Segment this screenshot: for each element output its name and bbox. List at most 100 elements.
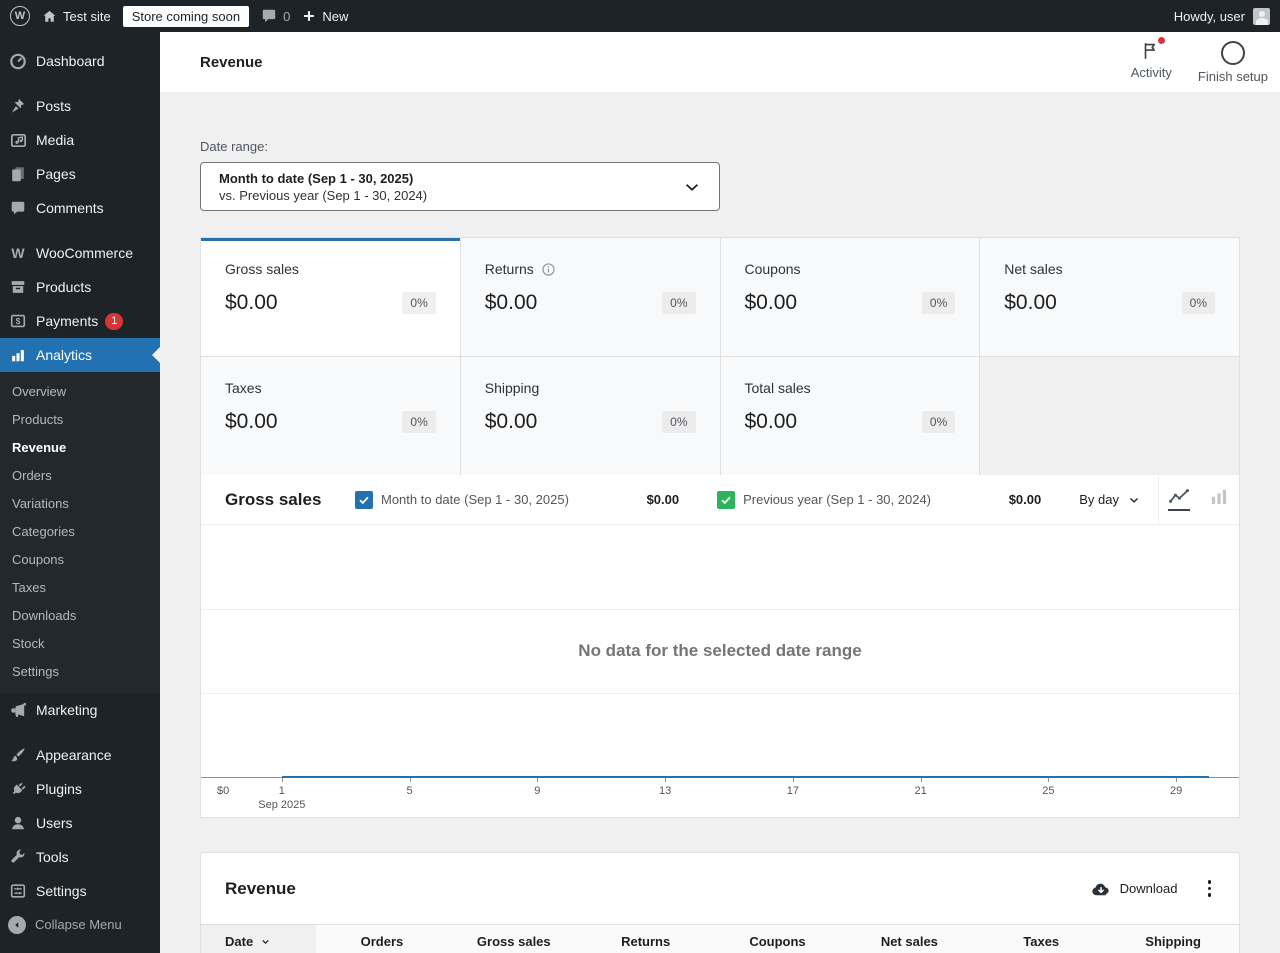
pushpin-icon	[8, 96, 28, 116]
sidebar-item-payments[interactable]: $ Payments 1	[0, 304, 160, 338]
tile-total-sales[interactable]: Total sales $0.00 0%	[720, 357, 980, 475]
sidebar-item-pages[interactable]: Pages	[0, 157, 160, 191]
sidebar-item-label: Media	[36, 132, 75, 148]
tile-coupons[interactable]: Coupons $0.00 0%	[720, 238, 980, 356]
summary-tiles: Gross sales $0.00 0% Returns $0.00 0% Co…	[201, 238, 1239, 475]
sidebar-item-tools[interactable]: Tools	[0, 840, 160, 874]
column-header-orders[interactable]: Orders	[316, 925, 448, 953]
tile-label: Taxes	[225, 380, 262, 396]
tile-taxes[interactable]: Taxes $0.00 0%	[201, 357, 460, 475]
dollar-box-icon: $	[8, 311, 28, 331]
column-label: Taxes	[1023, 934, 1060, 949]
user-avatar[interactable]	[1253, 7, 1270, 25]
sidebar-item-products[interactable]: Products	[0, 270, 160, 304]
sidebar-item-media[interactable]: Media	[0, 123, 160, 157]
sliders-icon	[8, 881, 28, 901]
sidebar-item-analytics[interactable]: Analytics	[0, 338, 160, 372]
site-name-link[interactable]: Test site	[42, 9, 111, 24]
column-header-coupons[interactable]: Coupons	[712, 925, 844, 953]
comments-count: 0	[283, 8, 291, 24]
sidebar-item-appearance[interactable]: Appearance	[0, 738, 160, 772]
chevron-down-icon	[1128, 494, 1140, 506]
sidebar-item-label: Marketing	[36, 702, 98, 718]
tile-shipping[interactable]: Shipping $0.00 0%	[460, 357, 720, 475]
column-label: Returns	[621, 934, 671, 949]
submenu-item-variations[interactable]: Variations	[0, 489, 160, 517]
sidebar-item-dashboard[interactable]: Dashboard	[0, 44, 160, 78]
sidebar-item-comments[interactable]: Comments	[0, 191, 160, 225]
primary-series-checkbox[interactable]	[355, 490, 373, 509]
sidebar-item-marketing[interactable]: Marketing	[0, 693, 160, 727]
sidebar-item-users[interactable]: Users	[0, 806, 160, 840]
tile-label: Gross sales	[225, 261, 299, 277]
x-tick-label: 13	[658, 785, 672, 797]
home-icon	[42, 9, 57, 24]
comments-shortcut[interactable]: 0	[261, 9, 290, 24]
column-label: Gross sales	[476, 934, 551, 949]
tile-delta-badge: 0%	[1181, 292, 1215, 314]
column-header-returns[interactable]: Returns	[580, 925, 712, 953]
x-tick-label: 9	[534, 785, 541, 797]
submenu-item-stock[interactable]: Stock	[0, 629, 160, 657]
revenue-table-panel: Revenue Download Date Orders Gross sales…	[200, 852, 1240, 953]
woocommerce-icon: W	[8, 243, 28, 263]
column-label: Coupons	[749, 934, 806, 949]
bar-chart-type-button[interactable]	[1199, 475, 1239, 525]
tile-value: $0.00	[744, 410, 798, 433]
pages-icon	[8, 164, 28, 184]
page-title: Revenue	[200, 53, 263, 71]
sidebar-item-label: Plugins	[36, 781, 82, 797]
submenu-item-coupons[interactable]: Coupons	[0, 545, 160, 573]
sidebar-item-plugins[interactable]: Plugins	[0, 772, 160, 806]
submenu-item-products[interactable]: Products	[0, 405, 160, 433]
tile-delta-badge: 0%	[921, 292, 956, 314]
column-header-date[interactable]: Date	[201, 925, 316, 953]
submenu-item-categories[interactable]: Categories	[0, 517, 160, 545]
submenu-item-taxes[interactable]: Taxes	[0, 573, 160, 601]
collapse-menu-button[interactable]: Collapse Menu	[0, 908, 160, 941]
submenu-item-revenue[interactable]: Revenue	[0, 433, 160, 461]
column-header-taxes[interactable]: Taxes	[975, 925, 1107, 953]
tile-gross-sales[interactable]: Gross sales $0.00 0%	[201, 238, 460, 356]
sidebar-item-posts[interactable]: Posts	[0, 89, 160, 123]
tile-net-sales[interactable]: Net sales $0.00 0%	[980, 238, 1239, 356]
new-button[interactable]: New	[302, 9, 348, 24]
submenu-item-downloads[interactable]: Downloads	[0, 601, 160, 629]
sidebar-item-label: Payments	[36, 313, 99, 329]
sidebar-item-woocommerce[interactable]: W WooCommerce	[0, 236, 160, 270]
date-range-select[interactable]: Month to date (Sep 1 - 30, 2025) vs. Pre…	[200, 162, 720, 211]
dashboard-icon	[8, 51, 28, 71]
box-icon	[8, 277, 28, 297]
x-axis-month-label: Sep 2025	[258, 799, 306, 811]
chart-x-axis: $0 1 5 9 13 17 21 25 29 Sep 2025	[201, 778, 1239, 817]
download-button[interactable]: Download	[1091, 881, 1178, 897]
plug-icon	[8, 779, 28, 799]
svg-text:W: W	[11, 245, 25, 261]
chart-header: Gross sales Month to date (Sep 1 - 30, 2…	[201, 475, 1239, 525]
column-header-gross-sales[interactable]: Gross sales	[448, 925, 580, 953]
interval-select[interactable]: By day	[1079, 492, 1140, 507]
secondary-series-checkbox[interactable]	[717, 490, 736, 509]
kebab-menu-icon[interactable]	[1204, 876, 1216, 901]
tick-mark	[792, 778, 794, 782]
tile-returns[interactable]: Returns $0.00 0%	[460, 238, 720, 356]
sidebar-item-settings[interactable]: Settings	[0, 874, 160, 908]
sidebar-item-label: WooCommerce	[36, 245, 133, 261]
tick-mark	[920, 778, 922, 782]
column-header-net-sales[interactable]: Net sales	[843, 925, 975, 953]
wordpress-logo-icon[interactable]: W	[10, 6, 30, 26]
finish-setup-button[interactable]: Finish setup	[1198, 40, 1268, 84]
submenu-item-orders[interactable]: Orders	[0, 461, 160, 489]
column-header-shipping[interactable]: Shipping	[1107, 925, 1239, 953]
howdy-text[interactable]: Howdy, user	[1174, 9, 1245, 24]
tile-value: $0.00	[744, 291, 798, 314]
user-icon	[8, 813, 28, 833]
admin-sidebar: Dashboard Posts Media Pages Comments W W…	[0, 32, 160, 953]
submenu-item-settings[interactable]: Settings	[0, 657, 160, 685]
download-label: Download	[1119, 881, 1178, 896]
sidebar-item-label: Pages	[36, 166, 76, 182]
activity-button[interactable]: Activity	[1131, 37, 1172, 84]
submenu-item-overview[interactable]: Overview	[0, 377, 160, 405]
line-chart-type-button[interactable]	[1159, 475, 1199, 525]
payments-count-badge: 1	[105, 312, 124, 330]
